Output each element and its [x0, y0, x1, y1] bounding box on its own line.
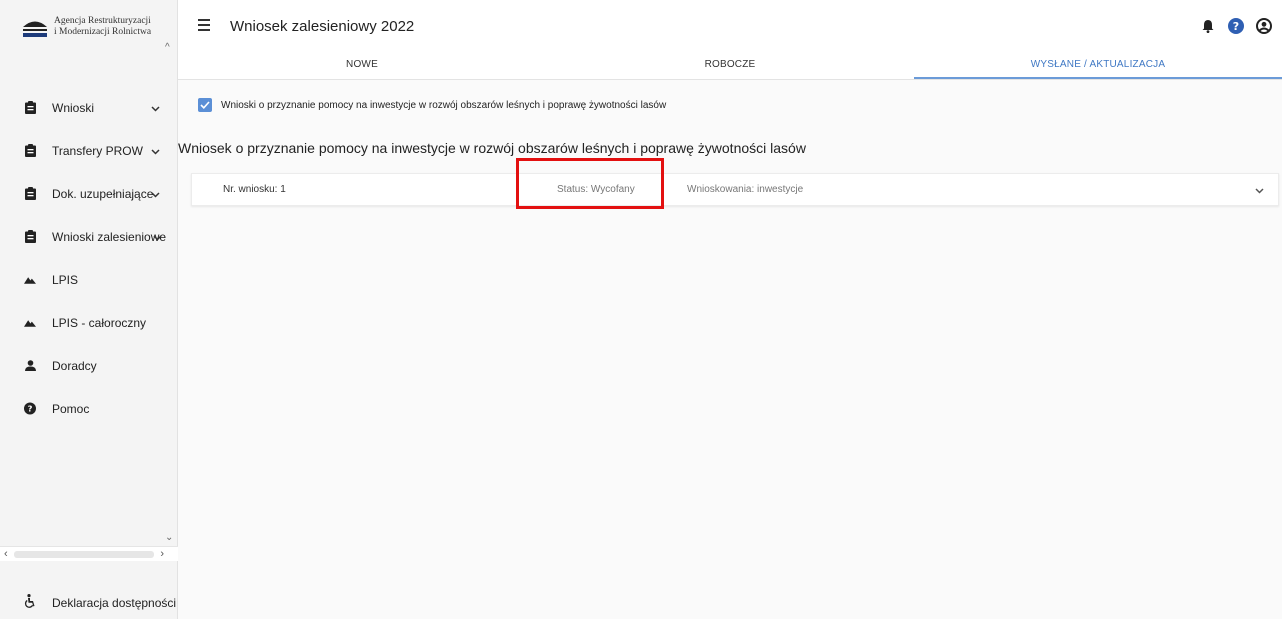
- sidebar-item-transfery-prow[interactable]: Transfery PROW: [0, 129, 178, 172]
- sidebar-horizontal-scrollbar[interactable]: ‹ ›: [0, 546, 178, 561]
- top-app-bar: Wniosek zalesieniowy 2022 ?: [178, 0, 1282, 52]
- svg-text:?: ?: [28, 404, 33, 414]
- clipboard-icon: [24, 230, 36, 244]
- scrollbar-thumb[interactable]: [14, 551, 154, 558]
- filter-checkbox-label: Wnioski o przyznanie pomocy na inwestycj…: [221, 99, 667, 111]
- arimr-logo[interactable]: Agencja Restrukturyzacji i Modernizacji …: [22, 16, 151, 38]
- sidebar-item-doradcy[interactable]: Doradcy: [0, 344, 178, 387]
- sidebar-item-wnioski-zalesieniowe[interactable]: Wnioski zalesieniowe: [0, 215, 178, 258]
- clipboard-icon: [24, 144, 36, 158]
- sidebar-item-label: Pomoc: [52, 401, 90, 416]
- logo-line-2: i Modernizacji Rolnictwa: [54, 26, 152, 37]
- tab-robocze[interactable]: ROBOCZE: [546, 52, 914, 79]
- tab-nowe[interactable]: NOWE: [178, 52, 546, 79]
- tabs-bar: NOWE ROBOCZE WYSŁANE / AKTUALIZACJA: [178, 52, 1282, 80]
- sidebar-scroll-up-arrow[interactable]: ^: [165, 42, 170, 53]
- page-title: Wniosek zalesieniowy 2022: [230, 18, 415, 35]
- bell-icon[interactable]: [1200, 18, 1216, 34]
- sidebar: Agencja Restrukturyzacji i Modernizacji …: [0, 0, 178, 619]
- sidebar-item-label: LPIS: [52, 272, 79, 287]
- scroll-left-arrow[interactable]: ‹: [4, 548, 8, 560]
- chevron-down-icon[interactable]: [151, 187, 160, 201]
- sidebar-item-label: LPIS - całoroczny: [52, 315, 147, 330]
- logo-line-1: Agencja Restrukturyzacji: [54, 16, 151, 26]
- person-icon: [24, 359, 36, 373]
- sidebar-item-dok-uzupelniajace[interactable]: Dok. uzupełniające: [0, 172, 178, 215]
- tab-wyslane-aktualizacja[interactable]: WYSŁANE / AKTUALIZACJA: [914, 52, 1282, 79]
- arimr-logo-mark: [22, 16, 48, 38]
- help-icon[interactable]: ?: [1228, 18, 1244, 34]
- section-title: Wniosek o przyznanie pomocy na inwestycj…: [178, 140, 806, 156]
- svg-text:?: ?: [1233, 20, 1239, 33]
- sidebar-item-label: Dok. uzupełniające: [52, 186, 154, 201]
- sidebar-item-pomoc[interactable]: ? Pomoc: [0, 387, 178, 430]
- clipboard-icon: [24, 187, 36, 201]
- sidebar-item-lpis-caloroczny[interactable]: LPIS - całoroczny: [0, 301, 178, 344]
- application-type-filter[interactable]: Wnioski o przyznanie pomocy na inwestycj…: [198, 98, 666, 112]
- sidebar-nav: Wnioski Transfery PROW Dok. uzupełniając…: [0, 86, 178, 430]
- application-row[interactable]: Nr. wniosku: 1 Status: Wycofany Wnioskow…: [191, 173, 1279, 206]
- sidebar-item-label: Transfery PROW: [52, 143, 143, 158]
- application-status: Status: Wycofany: [557, 184, 635, 195]
- accessibility-declaration-link[interactable]: Deklaracja dostępności: [24, 594, 176, 611]
- main-content: Wnioski o przyznanie pomocy na inwestycj…: [178, 80, 1282, 619]
- mountain-icon: [24, 316, 36, 330]
- account-icon[interactable]: [1256, 18, 1272, 34]
- accessibility-icon: [24, 594, 36, 611]
- sidebar-item-label: Doradcy: [52, 358, 97, 373]
- sidebar-item-label: Wnioski zalesieniowe: [52, 229, 167, 244]
- sidebar-item-wnioski[interactable]: Wnioski: [0, 86, 178, 129]
- hamburger-menu-icon[interactable]: [198, 19, 210, 31]
- sidebar-item-lpis[interactable]: LPIS: [0, 258, 178, 301]
- accessibility-label: Deklaracja dostępności: [52, 595, 177, 610]
- clipboard-icon: [24, 101, 36, 115]
- sidebar-item-label: Wnioski: [52, 100, 95, 115]
- filter-checkbox[interactable]: [198, 98, 212, 112]
- chevron-down-icon[interactable]: [153, 230, 162, 244]
- application-type: Wnioskowania: inwestycje: [687, 184, 804, 195]
- chevron-down-icon[interactable]: [151, 101, 160, 115]
- chevron-down-icon[interactable]: [151, 144, 160, 158]
- scroll-right-arrow[interactable]: ›: [160, 548, 164, 560]
- help-circle-icon: ?: [24, 402, 36, 416]
- chevron-down-icon[interactable]: [1255, 186, 1264, 197]
- mountain-icon: [24, 273, 36, 287]
- sidebar-scroll-down-arrow[interactable]: ⌄: [165, 532, 173, 543]
- application-number: Nr. wniosku: 1: [223, 184, 286, 195]
